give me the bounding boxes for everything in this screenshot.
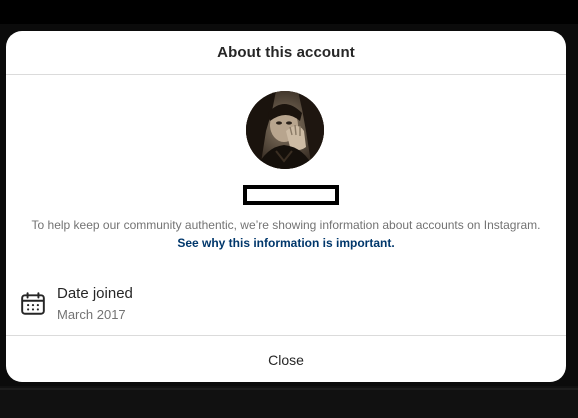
backdrop-stripe [0, 388, 578, 390]
close-button[interactable]: Close [252, 346, 320, 374]
backdrop-top [0, 0, 578, 24]
date-joined-value: March 2017 [57, 307, 126, 322]
dialog-header: About this account [6, 31, 566, 75]
profile-avatar [246, 91, 324, 169]
info-link[interactable]: See why this information is important. [177, 236, 394, 250]
info-message: To help keep our community authentic, we… [31, 218, 541, 232]
calendar-icon [21, 292, 45, 315]
username-redacted [243, 185, 339, 205]
dialog-title: About this account [217, 44, 355, 61]
info-text: To help keep our community authentic, we… [30, 216, 542, 252]
date-joined-label: Date joined [57, 285, 133, 302]
about-account-dialog: About this account To help keep our comm… [6, 31, 566, 382]
dialog-footer: Close [6, 335, 566, 382]
backdrop-bottom [0, 386, 578, 418]
date-joined-row: Date joined March 2017 [20, 284, 540, 328]
avatar-photo [246, 91, 324, 169]
